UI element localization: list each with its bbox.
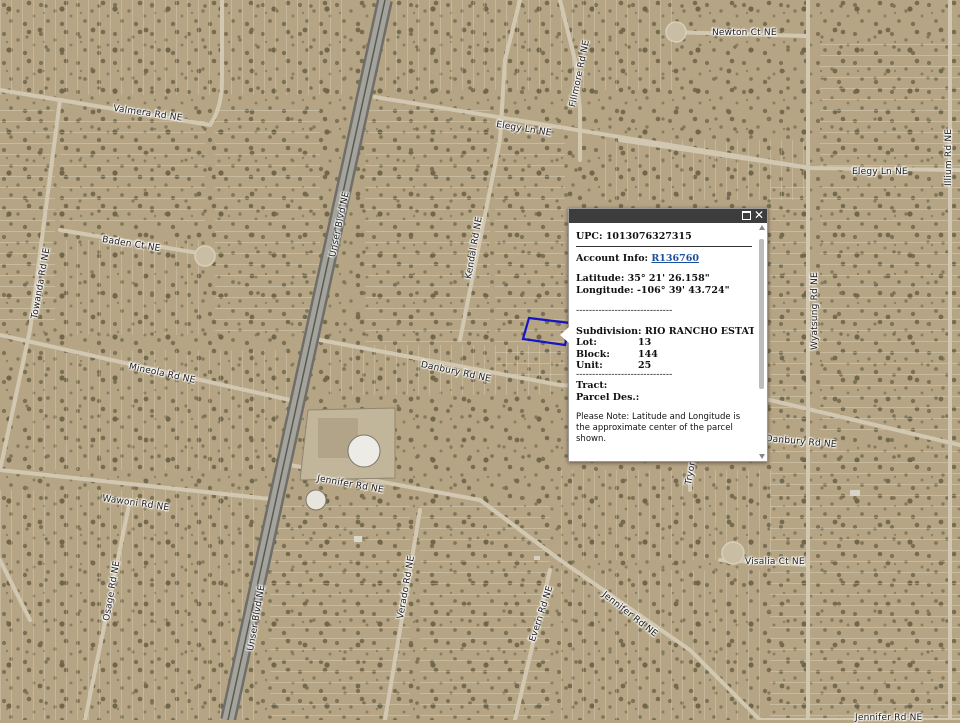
block-row: Block: 144 — [576, 349, 754, 361]
popup-pointer — [560, 327, 569, 343]
parcel-info-popup: ✕ UPC: 1013076327315 Account Info: R1367… — [560, 208, 768, 462]
scroll-down-arrow-icon[interactable] — [759, 454, 765, 459]
longitude-label: Longitude: — [576, 284, 634, 296]
lot-value: 13 — [638, 337, 652, 348]
parcel-des-label: Parcel Des.: — [576, 391, 640, 403]
separator-2: ------------------------------ — [576, 368, 673, 380]
upc-divider — [576, 245, 752, 247]
account-link[interactable]: R136760 — [651, 253, 699, 264]
subdivision-value: RIO RANCHO ESTATES — [644, 325, 754, 337]
account-label: Account Info: — [576, 252, 649, 264]
latitude-row: Latitude: 35° 21' 26.158" — [576, 273, 754, 285]
longitude-row: Longitude: -106° 39' 43.724" — [576, 285, 754, 297]
popup-titlebar: ✕ — [569, 208, 767, 223]
lot-row: Lot: 13 — [576, 337, 754, 349]
latitude-label: Latitude: — [576, 273, 625, 284]
street-label-wyatsung-rd: Wyatsung Rd NE — [810, 272, 820, 350]
upc-label: UPC: — [576, 231, 603, 242]
account-row: Account Info: R136760 — [576, 253, 754, 265]
street-label-newton-ct: Newton Ct NE — [712, 28, 777, 38]
lat-long-note: Please Note: Latitude and Longitude is t… — [576, 412, 741, 444]
street-label-jennifer-rd-3: Jennifer Rd NE — [855, 713, 923, 723]
separator-1: ------------------------------ — [576, 305, 673, 316]
tract-label: Tract: — [576, 380, 608, 391]
block-value: 144 — [638, 348, 658, 360]
lot-label: Lot: — [576, 337, 597, 348]
longitude-value: -106° 39' 43.724" — [636, 284, 730, 296]
street-label-elegy-ln-2: Elegy Ln NE — [852, 167, 908, 177]
upc-value: 1013076327315 — [605, 231, 692, 242]
scroll-thumb[interactable] — [759, 239, 764, 389]
subdivision-label: Subdivision: — [576, 325, 642, 337]
close-icon[interactable]: ✕ — [754, 208, 764, 222]
popup-content: UPC: 1013076327315 Account Info: R136760… — [576, 231, 754, 459]
latitude-value: 35° 21' 26.158" — [627, 273, 710, 284]
subdivision-row: Subdivision: RIO RANCHO ESTATES — [576, 326, 754, 338]
block-label: Block: — [576, 348, 610, 360]
upc-row: UPC: 1013076327315 — [576, 231, 754, 243]
street-label-illium-rd: Illium Rd NE — [944, 128, 954, 186]
scroll-up-arrow-icon[interactable] — [759, 225, 765, 230]
street-label-visalia-ct: Visalia Ct NE — [745, 557, 805, 567]
popup-scrollbar[interactable] — [758, 225, 766, 459]
maximize-icon[interactable] — [742, 211, 751, 220]
